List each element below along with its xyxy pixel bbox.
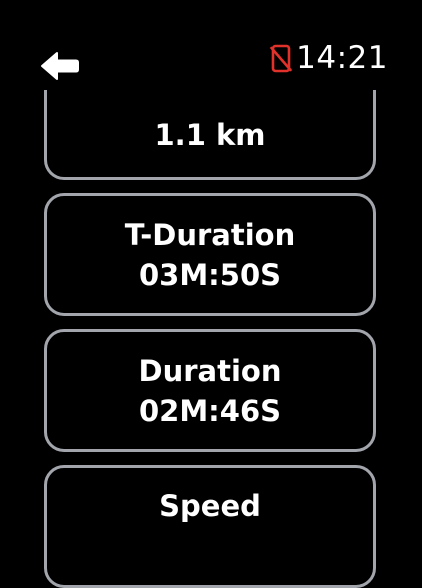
- distance-card[interactable]: 1.1 km: [44, 90, 376, 180]
- duration-value: 02M:46S: [138, 393, 282, 428]
- back-arrow-icon: [41, 52, 79, 80]
- speed-label: Speed: [159, 489, 261, 523]
- duration-card[interactable]: Duration 02M:46S: [44, 329, 376, 452]
- speed-card[interactable]: Speed: [44, 465, 376, 588]
- status-bar: 14:21: [0, 0, 422, 100]
- t-duration-card[interactable]: T-Duration 03M:50S: [44, 193, 376, 316]
- duration-label: Duration: [138, 353, 282, 388]
- t-duration-value: 03M:50S: [138, 257, 282, 292]
- t-duration-label: T-Duration: [124, 217, 296, 252]
- phone-disconnected-icon: [270, 42, 292, 74]
- clock-time: 14:21: [296, 39, 388, 76]
- distance-value: 1.1 km: [154, 118, 266, 152]
- back-button[interactable]: [38, 48, 82, 84]
- clock-area: 14:21: [270, 38, 388, 78]
